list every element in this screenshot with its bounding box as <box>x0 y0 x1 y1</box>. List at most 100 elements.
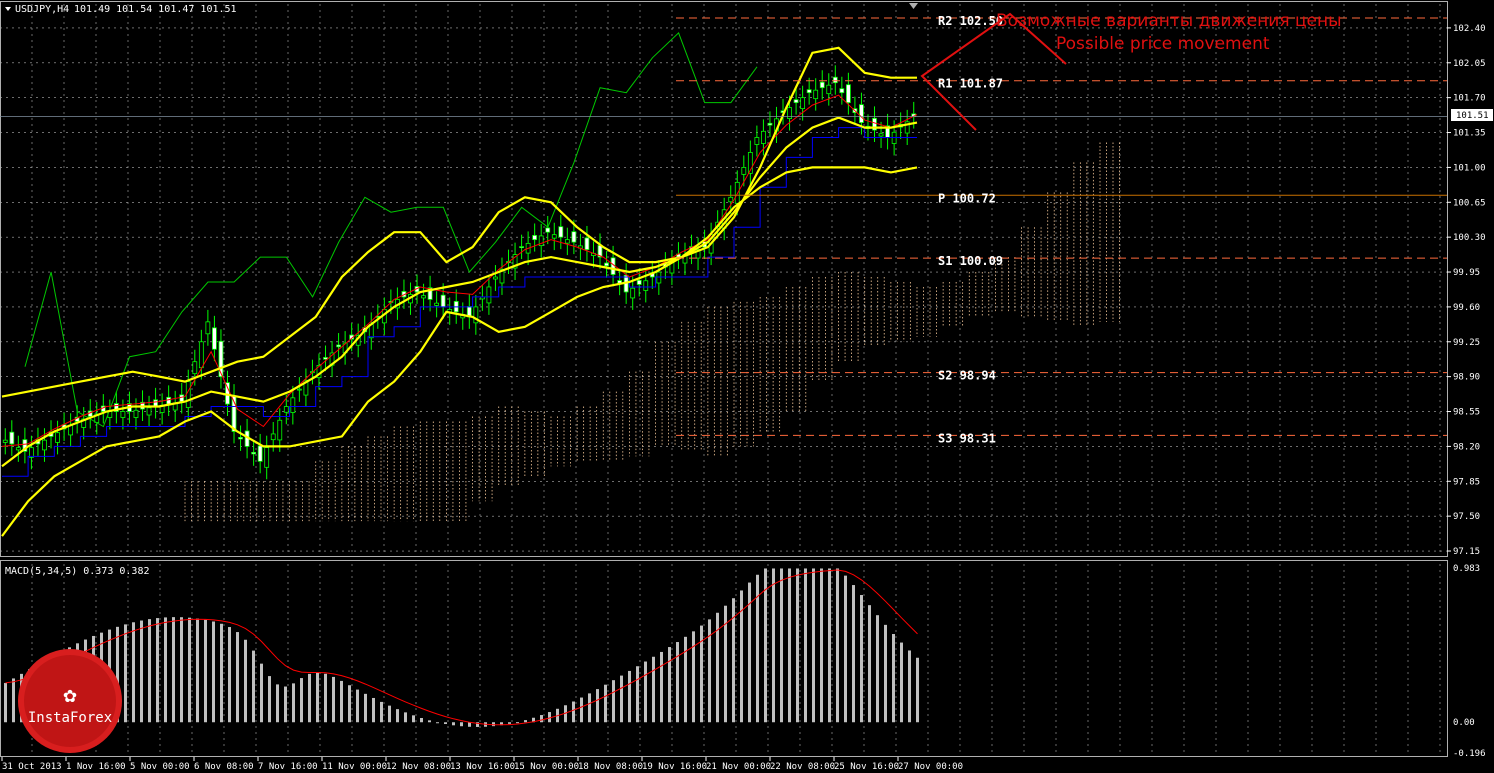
macd-bar <box>148 619 151 723</box>
macd-bar <box>836 568 839 723</box>
logo-emblem-icon: ✿ <box>63 683 76 708</box>
candle-body <box>212 327 217 350</box>
macd-bar <box>908 650 911 723</box>
macd-bar <box>652 656 655 723</box>
macd-bar <box>516 722 519 724</box>
candle-body <box>42 439 47 451</box>
candles <box>2 65 917 480</box>
macd-bar <box>684 636 687 723</box>
candle-body <box>813 89 819 100</box>
candle-body <box>440 294 446 308</box>
macd-bar <box>460 722 463 727</box>
macd-bar <box>340 680 343 723</box>
candle-body <box>819 81 825 89</box>
candle-body <box>192 361 198 375</box>
macd-bar <box>140 620 143 723</box>
macd-bar <box>204 619 207 723</box>
macd-bar <box>436 722 439 724</box>
menu-triangle-icon[interactable] <box>5 7 11 11</box>
price-tick-label: 98.90 <box>1453 373 1480 383</box>
macd-bar <box>612 680 615 723</box>
candle-body <box>845 84 851 104</box>
candle-body <box>636 279 642 285</box>
time-tick-label: 15 Nov 00:00 <box>514 762 579 772</box>
level-label: S1 100.09 <box>938 254 1003 268</box>
candle-body <box>277 419 283 441</box>
macd-bar <box>804 568 807 723</box>
candle-body <box>2 439 8 443</box>
bollinger-middle <box>1 116 918 468</box>
candle-body <box>558 226 564 238</box>
time-tick-label: 18 Nov 08:00 <box>578 762 643 772</box>
candle-body <box>198 341 204 369</box>
ohlc-label: 101.49 101.54 101.47 101.51 <box>74 4 237 15</box>
macd-panel <box>4 568 919 727</box>
macd-bar <box>876 615 879 723</box>
candle-body <box>584 237 590 251</box>
level-label: R1 101.87 <box>938 77 1003 91</box>
price-tick-label: 100.65 <box>1453 198 1486 208</box>
candle-body <box>55 432 60 443</box>
macd-bar <box>284 686 287 723</box>
macd-bar <box>388 705 391 723</box>
candle-body <box>166 396 172 405</box>
candle-body <box>643 280 649 291</box>
macd-bar <box>772 568 775 723</box>
macd-bar <box>900 642 903 723</box>
macd-bar <box>764 568 767 723</box>
macd-bar <box>276 684 279 723</box>
macd-bar <box>332 676 335 723</box>
candle-body <box>519 246 524 249</box>
price-tick-label: 102.40 <box>1453 24 1486 34</box>
macd-bar <box>660 651 663 723</box>
macd-bar <box>820 568 823 723</box>
candle-body <box>826 84 832 95</box>
candle-body <box>283 406 289 413</box>
macd-bar <box>260 663 263 723</box>
candle-body <box>296 388 302 391</box>
candle-body <box>290 397 296 413</box>
macd-bar <box>580 697 583 723</box>
candle-body <box>15 447 21 451</box>
macd-bar <box>348 685 351 723</box>
macd-bar <box>636 666 639 723</box>
candle-body <box>800 97 806 110</box>
macd-bar <box>620 675 623 723</box>
chart-window: R2 102.50 R1 101.87 P 100.72 S1 100.09 S2 98… <box>0 0 1494 773</box>
axes: 102.40 102.05 101.70 101.35 101.00 100.65 100.… <box>1 24 1486 772</box>
macd-bar <box>468 722 471 727</box>
candle-body <box>146 407 152 416</box>
candle-body <box>728 196 734 203</box>
candle-body <box>251 451 257 455</box>
shift-marker-icon[interactable] <box>909 3 918 9</box>
candle-body <box>859 104 864 123</box>
candle-body <box>120 411 126 418</box>
macd-bar <box>812 568 815 723</box>
level-label: S2 98.94 <box>938 369 996 383</box>
macd-bar <box>292 683 295 723</box>
macd-bar <box>196 618 199 723</box>
macd-bar <box>780 568 783 723</box>
macd-bar <box>916 657 919 723</box>
candle-body <box>179 394 185 402</box>
candle-body <box>741 167 747 175</box>
macd-bar <box>12 678 15 723</box>
macd-bar <box>396 709 399 723</box>
macd-bar <box>604 684 607 723</box>
macd-bar <box>452 722 455 726</box>
candle-body <box>264 447 270 468</box>
macd-bar <box>588 693 591 723</box>
time-tick-label: 5 Nov 00:00 <box>130 762 190 772</box>
price-tick-label: 101.00 <box>1453 163 1486 173</box>
time-tick-label: 1 Nov 16:00 <box>66 762 126 772</box>
macd-bar <box>428 720 431 723</box>
candle-body <box>185 381 191 408</box>
annotation-en: Possible price movement <box>1056 34 1270 54</box>
candle-body <box>793 99 799 104</box>
candle-body <box>832 76 838 84</box>
time-tick-label: 27 Nov 00:00 <box>898 762 963 772</box>
price-tick-label: 97.50 <box>1453 512 1480 522</box>
macd-bar <box>892 634 895 723</box>
macd-bar <box>252 650 255 723</box>
time-tick-label: 21 Nov 00:00 <box>706 762 771 772</box>
